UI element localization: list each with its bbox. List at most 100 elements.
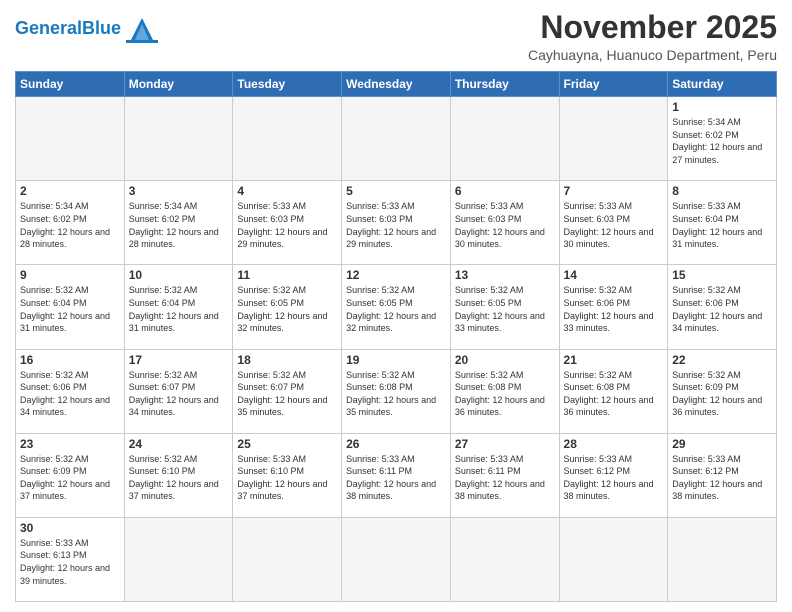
day-number: 7 — [564, 184, 664, 198]
calendar-header-row: Sunday Monday Tuesday Wednesday Thursday… — [16, 72, 777, 97]
table-row: 17 Sunrise: 5:32 AMSunset: 6:07 PMDaylig… — [124, 349, 233, 433]
page: GeneralBlue November 2025 Cayhuayna, Hua… — [0, 0, 792, 612]
table-row: 3 Sunrise: 5:34 AMSunset: 6:02 PMDayligh… — [124, 181, 233, 265]
logo-general: General — [15, 18, 82, 38]
day-number: 4 — [237, 184, 337, 198]
day-number: 27 — [455, 437, 555, 451]
day-number: 14 — [564, 268, 664, 282]
table-row: 27 Sunrise: 5:33 AMSunset: 6:11 PMDaylig… — [450, 433, 559, 517]
logo: GeneralBlue — [15, 14, 160, 44]
table-row: 1 Sunrise: 5:34 AMSunset: 6:02 PMDayligh… — [668, 97, 777, 181]
day-info: Sunrise: 5:32 AMSunset: 6:06 PMDaylight:… — [672, 284, 772, 334]
day-number: 2 — [20, 184, 120, 198]
day-number: 16 — [20, 353, 120, 367]
day-info: Sunrise: 5:34 AMSunset: 6:02 PMDaylight:… — [20, 200, 120, 250]
table-row: 25 Sunrise: 5:33 AMSunset: 6:10 PMDaylig… — [233, 433, 342, 517]
day-number: 20 — [455, 353, 555, 367]
day-number: 12 — [346, 268, 446, 282]
day-number: 25 — [237, 437, 337, 451]
day-info: Sunrise: 5:33 AMSunset: 6:10 PMDaylight:… — [237, 453, 337, 503]
calendar-table: Sunday Monday Tuesday Wednesday Thursday… — [15, 71, 777, 602]
day-info: Sunrise: 5:32 AMSunset: 6:09 PMDaylight:… — [20, 453, 120, 503]
day-info: Sunrise: 5:32 AMSunset: 6:04 PMDaylight:… — [20, 284, 120, 334]
empty-cell — [233, 97, 342, 181]
table-row: 26 Sunrise: 5:33 AMSunset: 6:11 PMDaylig… — [342, 433, 451, 517]
day-info: Sunrise: 5:32 AMSunset: 6:05 PMDaylight:… — [237, 284, 337, 334]
day-info: Sunrise: 5:33 AMSunset: 6:11 PMDaylight:… — [346, 453, 446, 503]
table-row: 22 Sunrise: 5:32 AMSunset: 6:09 PMDaylig… — [668, 349, 777, 433]
day-number: 6 — [455, 184, 555, 198]
title-block: November 2025 Cayhuayna, Huanuco Departm… — [528, 10, 777, 63]
day-info: Sunrise: 5:33 AMSunset: 6:12 PMDaylight:… — [564, 453, 664, 503]
day-number: 1 — [672, 100, 772, 114]
empty-cell — [559, 517, 668, 601]
table-row: 10 Sunrise: 5:32 AMSunset: 6:04 PMDaylig… — [124, 265, 233, 349]
table-row: 12 Sunrise: 5:32 AMSunset: 6:05 PMDaylig… — [342, 265, 451, 349]
table-row: 29 Sunrise: 5:33 AMSunset: 6:12 PMDaylig… — [668, 433, 777, 517]
empty-cell — [559, 97, 668, 181]
day-info: Sunrise: 5:32 AMSunset: 6:07 PMDaylight:… — [237, 369, 337, 419]
day-info: Sunrise: 5:32 AMSunset: 6:08 PMDaylight:… — [564, 369, 664, 419]
day-number: 29 — [672, 437, 772, 451]
table-row: 8 Sunrise: 5:33 AMSunset: 6:04 PMDayligh… — [668, 181, 777, 265]
day-info: Sunrise: 5:32 AMSunset: 6:08 PMDaylight:… — [346, 369, 446, 419]
col-thursday: Thursday — [450, 72, 559, 97]
logo-text: GeneralBlue — [15, 19, 121, 39]
day-info: Sunrise: 5:32 AMSunset: 6:09 PMDaylight:… — [672, 369, 772, 419]
day-number: 13 — [455, 268, 555, 282]
table-row: 16 Sunrise: 5:32 AMSunset: 6:06 PMDaylig… — [16, 349, 125, 433]
day-number: 9 — [20, 268, 120, 282]
table-row: 11 Sunrise: 5:32 AMSunset: 6:05 PMDaylig… — [233, 265, 342, 349]
day-info: Sunrise: 5:32 AMSunset: 6:06 PMDaylight:… — [20, 369, 120, 419]
day-info: Sunrise: 5:33 AMSunset: 6:03 PMDaylight:… — [564, 200, 664, 250]
header: GeneralBlue November 2025 Cayhuayna, Hua… — [15, 10, 777, 63]
day-number: 23 — [20, 437, 120, 451]
table-row: 14 Sunrise: 5:32 AMSunset: 6:06 PMDaylig… — [559, 265, 668, 349]
logo-icon — [124, 14, 160, 44]
day-number: 10 — [129, 268, 229, 282]
day-number: 8 — [672, 184, 772, 198]
empty-cell — [124, 517, 233, 601]
table-row: 28 Sunrise: 5:33 AMSunset: 6:12 PMDaylig… — [559, 433, 668, 517]
day-number: 30 — [20, 521, 120, 535]
day-number: 24 — [129, 437, 229, 451]
col-friday: Friday — [559, 72, 668, 97]
day-number: 17 — [129, 353, 229, 367]
col-saturday: Saturday — [668, 72, 777, 97]
day-info: Sunrise: 5:32 AMSunset: 6:05 PMDaylight:… — [455, 284, 555, 334]
col-wednesday: Wednesday — [342, 72, 451, 97]
day-info: Sunrise: 5:33 AMSunset: 6:03 PMDaylight:… — [237, 200, 337, 250]
empty-cell — [124, 97, 233, 181]
table-row: 20 Sunrise: 5:32 AMSunset: 6:08 PMDaylig… — [450, 349, 559, 433]
table-row: 24 Sunrise: 5:32 AMSunset: 6:10 PMDaylig… — [124, 433, 233, 517]
day-number: 5 — [346, 184, 446, 198]
day-number: 28 — [564, 437, 664, 451]
day-info: Sunrise: 5:32 AMSunset: 6:05 PMDaylight:… — [346, 284, 446, 334]
day-number: 21 — [564, 353, 664, 367]
day-info: Sunrise: 5:34 AMSunset: 6:02 PMDaylight:… — [129, 200, 229, 250]
month-title: November 2025 — [528, 10, 777, 45]
col-sunday: Sunday — [16, 72, 125, 97]
table-row: 13 Sunrise: 5:32 AMSunset: 6:05 PMDaylig… — [450, 265, 559, 349]
table-row: 23 Sunrise: 5:32 AMSunset: 6:09 PMDaylig… — [16, 433, 125, 517]
empty-cell — [233, 517, 342, 601]
day-info: Sunrise: 5:32 AMSunset: 6:10 PMDaylight:… — [129, 453, 229, 503]
day-number: 26 — [346, 437, 446, 451]
day-info: Sunrise: 5:33 AMSunset: 6:03 PMDaylight:… — [455, 200, 555, 250]
empty-cell — [450, 517, 559, 601]
location: Cayhuayna, Huanuco Department, Peru — [528, 47, 777, 63]
table-row: 19 Sunrise: 5:32 AMSunset: 6:08 PMDaylig… — [342, 349, 451, 433]
logo-blue: Blue — [82, 18, 121, 38]
day-info: Sunrise: 5:33 AMSunset: 6:11 PMDaylight:… — [455, 453, 555, 503]
col-tuesday: Tuesday — [233, 72, 342, 97]
day-info: Sunrise: 5:33 AMSunset: 6:03 PMDaylight:… — [346, 200, 446, 250]
col-monday: Monday — [124, 72, 233, 97]
empty-cell — [342, 517, 451, 601]
day-info: Sunrise: 5:32 AMSunset: 6:07 PMDaylight:… — [129, 369, 229, 419]
day-info: Sunrise: 5:33 AMSunset: 6:04 PMDaylight:… — [672, 200, 772, 250]
table-row: 18 Sunrise: 5:32 AMSunset: 6:07 PMDaylig… — [233, 349, 342, 433]
empty-cell — [16, 97, 125, 181]
day-info: Sunrise: 5:33 AMSunset: 6:12 PMDaylight:… — [672, 453, 772, 503]
empty-cell — [450, 97, 559, 181]
table-row: 9 Sunrise: 5:32 AMSunset: 6:04 PMDayligh… — [16, 265, 125, 349]
